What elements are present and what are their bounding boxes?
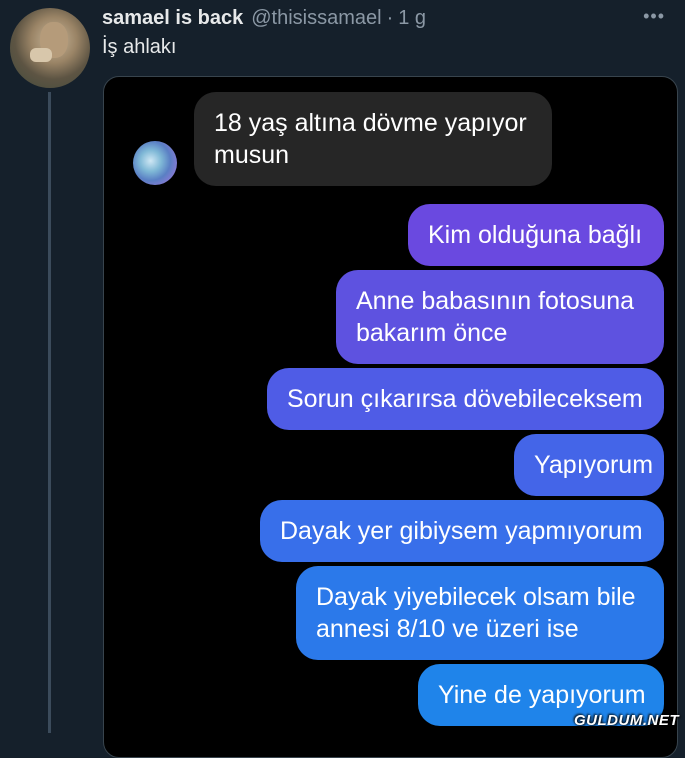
display-name[interactable]: samael is back — [102, 7, 243, 30]
sent-message: Sorun çıkarırsa dövebileceksem — [267, 368, 664, 430]
more-horizontal-icon[interactable]: ••• — [643, 6, 665, 27]
sent-message-line: Anne babasının fotosuna — [356, 287, 635, 315]
sent-message: Kim olduğuna bağlı — [408, 204, 664, 266]
thread-line — [48, 92, 51, 733]
user-handle[interactable]: @thisissamael — [251, 7, 381, 30]
sent-message-line: annesi 8/10 ve üzeri ise — [316, 615, 579, 643]
received-message-line: 18 yaş altına dövme yapıyor — [214, 109, 527, 137]
sent-message-text: Yine de yapıyorum — [438, 681, 646, 709]
sent-message-line: bakarım önce — [356, 319, 508, 347]
sent-message: Anne babasının fotosuna bakarım önce — [336, 270, 664, 364]
watermark-logo: GULDUM.NET — [574, 712, 679, 729]
tweet-media-image[interactable]: 18 yaş altına dövme yapıyor musun Kim ol… — [103, 76, 678, 758]
sent-message-text: Yapıyorum — [534, 451, 654, 479]
received-message-line: musun — [214, 141, 290, 169]
chat-sender-avatar — [133, 141, 177, 185]
avatar-hand — [30, 48, 52, 62]
sent-message: Dayak yer gibiysem yapmıyorum — [260, 500, 664, 562]
sent-message-line: Dayak yiyebilecek olsam bile — [316, 583, 636, 611]
sent-message-text: Kim olduğuna bağlı — [428, 221, 643, 249]
sent-message: Dayak yiyebilecek olsam bile annesi 8/10… — [296, 566, 664, 660]
sent-message: Yapıyorum — [514, 434, 664, 496]
tweet-time[interactable]: 1 g — [398, 7, 426, 30]
user-avatar[interactable] — [10, 8, 90, 88]
received-message: 18 yaş altına dövme yapıyor musun — [194, 92, 552, 186]
sent-message-text: Dayak yer gibiysem yapmıyorum — [280, 517, 643, 545]
tweet-text: İş ahlakı — [102, 36, 177, 58]
separator-dot: · — [386, 6, 394, 29]
sent-message-text: Sorun çıkarırsa dövebileceksem — [287, 385, 643, 413]
tweet-header: samael is back @thisissamael · 1 g ••• — [102, 6, 665, 30]
